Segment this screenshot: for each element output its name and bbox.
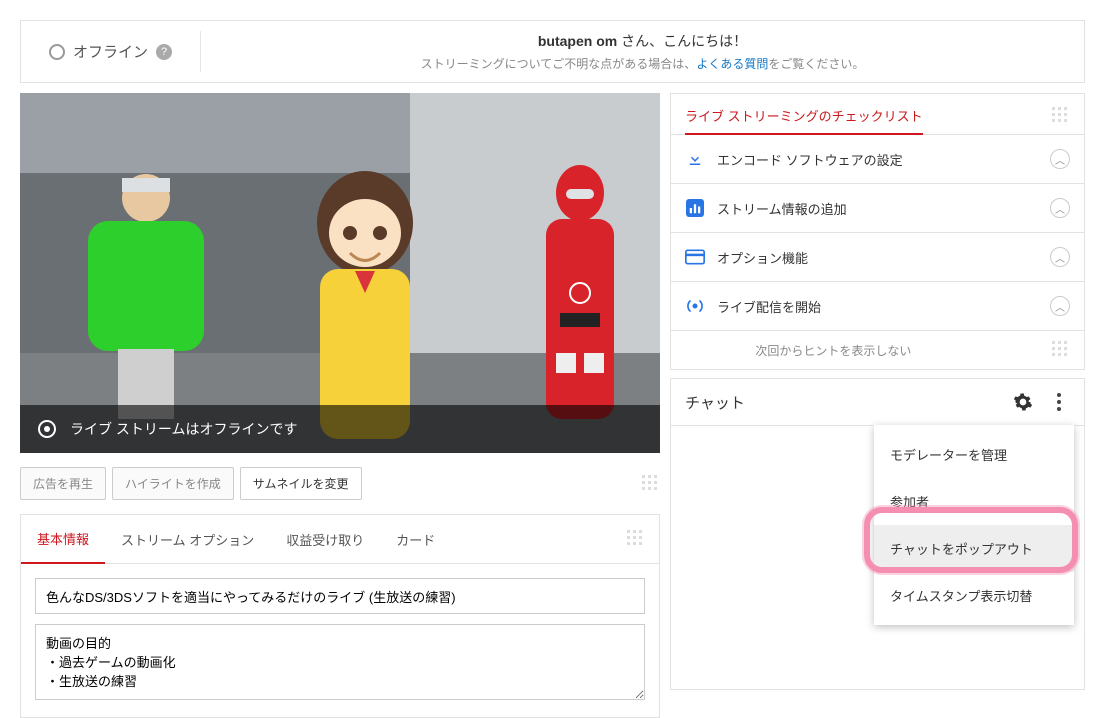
menu-item-popout-chat[interactable]: チャットをポップアウト [874,525,1074,572]
checklist-head: ライブ ストリーミングのチェックリスト [671,94,1084,135]
card-icon [685,247,705,267]
checklist-hint-row: 次回からヒントを表示しない [671,331,1084,369]
checklist-item-stream-info[interactable]: ストリーム情報の追加 ︿ [671,184,1084,233]
welcome-box: butapen om さん、こんにちは！ ストリーミングについてご不明な点がある… [201,31,1084,72]
faq-link[interactable]: よくある質問 [696,57,768,71]
gear-icon[interactable] [1012,391,1034,413]
replay-ads-button[interactable]: 広告を再生 [20,467,106,500]
stream-title-input[interactable] [35,578,645,614]
live-status-icon [38,420,56,438]
chevron-up-icon[interactable]: ︿ [1050,296,1070,316]
tabs-body: 動画の目的 ・過去ゲームの動画化 ・生放送の練習 [21,564,659,717]
chat-options-menu: モデレーターを管理 参加者 チャットをポップアウト タイムスタンプ表示切替 [874,425,1074,625]
menu-item-moderators[interactable]: モデレーターを管理 [874,431,1074,478]
thumbnail-illustration [20,93,660,453]
video-preview[interactable]: ライブ ストリームはオフラインです [20,93,660,453]
download-icon [685,149,705,169]
chevron-up-icon[interactable]: ︿ [1050,198,1070,218]
column-left: ライブ ストリームはオフラインです 広告を再生 ハイライトを作成 サムネイルを変… [20,93,660,718]
drag-handle-icon[interactable] [642,475,660,493]
checklist-item-go-live[interactable]: ライブ配信を開始 ︿ [671,282,1084,331]
change-thumbnail-button[interactable]: サムネイルを変更 [240,467,362,500]
checklist-item-encoder[interactable]: エンコード ソフトウェアの設定 ︿ [671,135,1084,184]
chat-panel: チャット モデレーターを管理 参加者 チャットをポップアウト タイムスタンプ表示… [670,378,1085,690]
sub-prefix: ストリーミングについてご不明な点がある場合は、 [421,57,697,71]
bars-icon [685,198,705,218]
checklist-panel: ライブ ストリーミングのチェックリスト エンコード ソフトウェアの設定 ︿ スト… [670,93,1085,370]
checklist-label: ストリーム情報の追加 [717,199,847,218]
tab-cards[interactable]: カード [380,516,451,563]
broadcast-icon [685,296,705,316]
sub-suffix: をご覧ください。 [768,57,864,71]
status-dot-icon [49,44,65,60]
overlay-text: ライブ ストリームはオフラインです [70,419,297,439]
help-icon[interactable]: ? [156,44,172,60]
chat-actions [1012,391,1070,413]
status-box: オフライン ? [21,31,201,72]
tab-monetization[interactable]: 収益受け取り [270,516,380,563]
content-row: ライブ ストリームはオフラインです 広告を再生 ハイライトを作成 サムネイルを変… [20,93,1085,718]
drag-handle-icon[interactable] [627,530,645,548]
settings-card: 基本情報 ストリーム オプション 収益受け取り カード 動画の目的 ・過去ゲーム… [20,514,660,718]
video-overlay-bar: ライブ ストリームはオフラインです [20,405,660,453]
welcome-sub: ストリーミングについてご不明な点がある場合は、よくある質問をご覧ください。 [201,55,1084,72]
checklist-label: ライブ配信を開始 [717,297,821,316]
video-action-row: 広告を再生 ハイライトを作成 サムネイルを変更 [20,453,660,514]
chevron-up-icon[interactable]: ︿ [1050,149,1070,169]
header-band: オフライン ? butapen om さん、こんにちは！ ストリーミングについて… [20,20,1085,83]
chat-head: チャット [671,379,1084,426]
tab-stream-options[interactable]: ストリーム オプション [105,516,270,563]
drag-handle-icon[interactable] [1052,107,1070,125]
tab-basic[interactable]: 基本情報 [21,515,105,564]
welcome-message: butapen om さん、こんにちは！ [201,31,1084,51]
more-vert-icon[interactable] [1048,391,1070,413]
menu-item-timestamp-toggle[interactable]: タイムスタンプ表示切替 [874,572,1074,619]
chat-title: チャット [685,392,745,413]
checklist-title: ライブ ストリーミングのチェックリスト [685,106,923,135]
column-right: ライブ ストリーミングのチェックリスト エンコード ソフトウェアの設定 ︿ スト… [670,93,1085,718]
checklist-item-options[interactable]: オプション機能 ︿ [671,233,1084,282]
status-label: オフライン [73,41,148,62]
drag-handle-icon[interactable] [1052,341,1070,359]
username: butapen om [538,33,617,49]
chevron-up-icon[interactable]: ︿ [1050,247,1070,267]
menu-item-participants[interactable]: 参加者 [874,478,1074,525]
tabs-head: 基本情報 ストリーム オプション 収益受け取り カード [21,515,659,564]
checklist-hint[interactable]: 次回からヒントを表示しない [755,342,911,359]
welcome-suffix: さん、こんにちは！ [617,33,747,49]
stream-description-textarea[interactable]: 動画の目的 ・過去ゲームの動画化 ・生放送の練習 [35,624,645,700]
checklist-label: オプション機能 [717,248,808,267]
create-highlight-button[interactable]: ハイライトを作成 [112,467,234,500]
checklist-label: エンコード ソフトウェアの設定 [717,150,903,169]
